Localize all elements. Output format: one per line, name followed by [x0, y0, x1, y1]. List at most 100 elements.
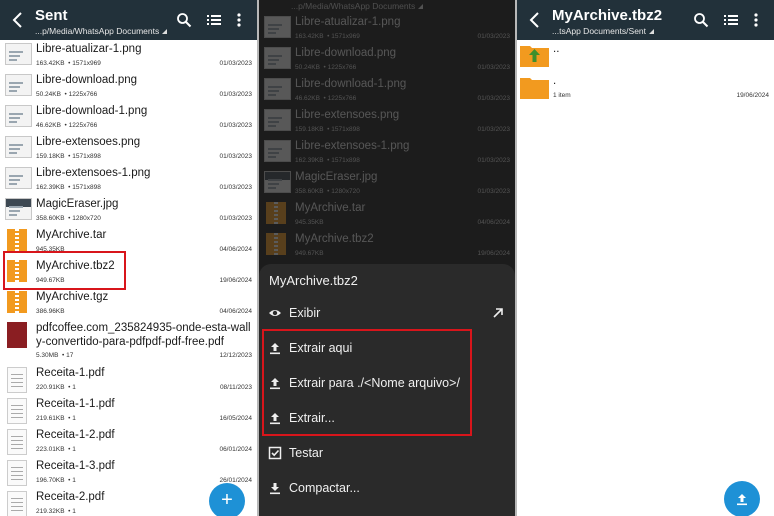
file-date: 04/06/2024 [219, 308, 252, 315]
file-meta: 50.24KB • 1225x766 [36, 91, 97, 98]
file-row[interactable]: Libre-download.png 50.24KB • 1225x766 01/0… [0, 71, 257, 102]
file-row[interactable]: MyArchive.tar 945.35KB 04/06/2024 [259, 199, 515, 230]
archive-browser: MyArchive.tbz2 ...tsApp Documents/Sent .… [517, 0, 774, 516]
folder-date: 19/06/2024 [736, 92, 769, 99]
file-row[interactable]: MagicEraser.jpg 358.60KB • 1280x720 01/03/… [0, 195, 257, 226]
archive-icon [7, 229, 27, 251]
file-dimensions: 1571x898 [72, 153, 101, 160]
up-folder-icon [520, 46, 549, 67]
list-item-parent-folder[interactable]: .. [517, 40, 774, 71]
file-meta: 219.32KB • 1 [36, 508, 76, 515]
search-icon[interactable] [176, 12, 192, 28]
page-title: MyArchive.tbz2 [552, 7, 663, 24]
file-name: Libre-extensoes.png [295, 109, 400, 121]
file-date: 01/03/2023 [477, 188, 510, 195]
file-meta: 163.42KB • 1571x969 [36, 60, 101, 67]
file-date: 08/11/2023 [219, 384, 252, 391]
image-thumbnail-icon [5, 167, 32, 189]
file-row[interactable]: Libre-atualizar-1.png 163.42KB • 1571x969… [259, 13, 515, 44]
file-meta: 5.30MB • 17 [36, 352, 73, 359]
dimmed-file-list: ...p/Media/WhatsApp Documents Libre-atua… [259, 0, 515, 260]
file-date: 19/06/2024 [477, 250, 510, 257]
file-row[interactable]: Receita-1-2.pdf 223.01KB • 1 06/01/2024 [0, 426, 257, 457]
path-text: ...p/Media/WhatsApp Documents [35, 26, 160, 36]
file-meta: 162.39KB • 1571x898 [36, 184, 101, 191]
file-name: Libre-download-1.png [295, 78, 407, 90]
file-meta: 46.62KB • 1225x766 [295, 95, 356, 102]
file-date: 16/05/2024 [219, 415, 252, 422]
breadcrumb-path[interactable]: ...p/Media/WhatsApp Documents [35, 26, 168, 36]
file-dimensions: 17 [66, 352, 74, 359]
file-row[interactable]: MagicEraser.jpg 358.60KB • 1280x720 01/03/… [259, 168, 515, 199]
file-row[interactable]: Receita-1.pdf 220.91KB • 1 08/11/2023 [0, 364, 257, 395]
more-options-icon[interactable] [748, 12, 764, 28]
file-row[interactable]: Libre-extensoes.png 159.18KB • 1571x898 01… [259, 106, 515, 137]
list-view-icon[interactable] [206, 12, 222, 28]
image-thumbnail-icon [5, 198, 32, 220]
file-date: 19/06/2024 [219, 277, 252, 284]
path-dropdown-icon [162, 29, 168, 34]
open-external-icon[interactable] [491, 306, 505, 320]
menu-item-testar[interactable]: Testar [259, 439, 515, 469]
list-item-folder[interactable]: . 1 item 19/06/2024 [517, 72, 774, 103]
search-icon[interactable] [693, 12, 709, 28]
file-date: 01/03/2023 [219, 215, 252, 222]
add-fab-button[interactable]: + [209, 483, 245, 516]
file-dimensions: 1 [72, 384, 76, 391]
file-name: Libre-download.png [36, 74, 138, 86]
extract-fab-button[interactable] [724, 481, 760, 516]
file-row[interactable]: Libre-atualizar-1.png 163.42KB • 1571x969… [0, 40, 257, 71]
file-name: Libre-download-1.png [36, 105, 148, 117]
checkbox-icon [268, 446, 282, 460]
menu-item-exibir[interactable]: Exibir [259, 299, 515, 329]
back-arrow-icon[interactable] [8, 10, 28, 30]
file-row[interactable]: Libre-download.png 50.24KB • 1225x766 01/0… [259, 44, 515, 75]
file-name: MyArchive.tgz [36, 291, 109, 303]
file-row[interactable]: MyArchive.tbz2 949.67KB 19/06/2024 [259, 230, 515, 261]
file-dimensions: 1 [72, 508, 76, 515]
file-date: 01/03/2023 [219, 184, 252, 191]
path-text: ...p/Media/WhatsApp Documents [291, 1, 416, 11]
file-date: 01/03/2023 [477, 126, 510, 133]
file-row[interactable]: Libre-extensoes-1.png 162.39KB • 1571x898… [259, 137, 515, 168]
file-meta: 50.24KB • 1225x766 [295, 64, 356, 71]
top-app-bar: MyArchive.tbz2 ...tsApp Documents/Sent [517, 0, 774, 40]
file-row[interactable]: Receita-1-1.pdf 219.61KB • 1 16/05/2024 [0, 395, 257, 426]
upload-icon [737, 494, 747, 506]
file-name: Libre-extensoes-1.png [295, 140, 410, 152]
more-options-icon[interactable] [231, 12, 247, 28]
file-row[interactable]: Receita-1-3.pdf 196.70KB • 1 26/01/2024 [0, 457, 257, 488]
file-size: 162.39KB [36, 184, 65, 191]
file-name: Receita-1-3.pdf [36, 460, 115, 472]
file-name: Libre-extensoes.png [36, 136, 141, 148]
file-row[interactable]: Libre-extensoes.png 159.18KB • 1571x898 01… [0, 133, 257, 164]
file-meta: 949.67KB [295, 250, 324, 257]
folder-meta: 1 item [553, 92, 571, 99]
file-size: 162.39KB [295, 157, 324, 164]
archive-icon [7, 291, 27, 313]
file-size: 50.24KB [295, 64, 320, 71]
file-date: 01/03/2023 [477, 64, 510, 71]
back-arrow-icon[interactable] [525, 10, 545, 30]
file-row[interactable]: Libre-download-1.png 46.62KB • 1225x766 01… [0, 102, 257, 133]
file-row[interactable]: Libre-extensoes-1.png 162.39KB • 1571x898… [0, 164, 257, 195]
pdf-document-icon [7, 398, 27, 424]
file-dimensions: 1 [72, 415, 76, 422]
pdf-document-icon [7, 429, 27, 455]
file-date: 01/03/2023 [219, 60, 252, 67]
breadcrumb-path[interactable]: ...tsApp Documents/Sent [552, 26, 655, 36]
file-row[interactable]: Libre-download-1.png 46.62KB • 1225x766 01… [259, 75, 515, 106]
file-meta: 162.39KB • 1571x898 [295, 157, 360, 164]
file-row[interactable]: pdfcoffee.com_235824935-onde-esta-wall y-… [0, 319, 257, 364]
file-date: 01/03/2023 [477, 33, 510, 40]
file-name: Libre-extensoes-1.png [36, 167, 151, 179]
file-date: 01/03/2023 [477, 157, 510, 164]
file-meta: 358.60KB • 1280x720 [295, 188, 360, 195]
menu-item-compactar[interactable]: Compactar... [259, 474, 515, 504]
meta-separator: • [60, 91, 69, 98]
path-dropdown-icon [649, 29, 655, 34]
list-view-icon[interactable] [723, 12, 739, 28]
file-row[interactable]: MyArchive.tgz 386.96KB 04/06/2024 [0, 288, 257, 319]
file-dimensions: 1 [72, 477, 76, 484]
file-size: 196.70KB [36, 477, 65, 484]
